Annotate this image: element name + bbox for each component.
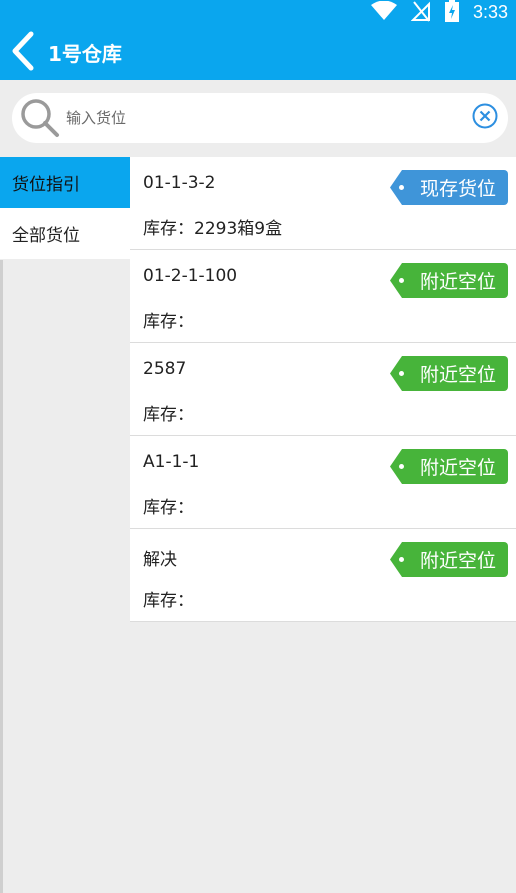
location-code: A1-1-1: [143, 452, 200, 472]
location-code: 01-2-1-100: [143, 266, 238, 286]
search-bar: [12, 93, 508, 143]
clear-circle-icon: [472, 103, 498, 133]
list-item[interactable]: 01-1-3-2 库存：2293箱9盒 现存货位: [130, 157, 516, 250]
status-badge-label: 附近空位: [419, 550, 496, 572]
list-item[interactable]: 解决 库存： 附近空位: [130, 529, 516, 622]
left-edge-divider: [0, 260, 3, 893]
stock-info: 库存：: [143, 493, 194, 518]
location-code: 01-1-3-2: [143, 173, 216, 193]
status-badge: 现存货位: [390, 170, 508, 205]
status-badge: 附近空位: [390, 263, 508, 298]
stock-info: 库存：: [143, 586, 194, 611]
search-input[interactable]: [66, 109, 470, 127]
wifi-icon: [370, 0, 397, 25]
status-bar: 3:33: [0, 0, 516, 25]
tag-dot-icon: [399, 464, 404, 469]
sidebar-item-label: 货位指引: [12, 175, 80, 195]
sidebar: 货位指引 全部货位: [0, 157, 130, 259]
list-item[interactable]: 2587 库存： 附近空位: [130, 343, 516, 436]
location-code: 2587: [143, 359, 187, 379]
app-bar: 1号仓库: [0, 25, 516, 80]
stock-info: 库存：2293箱9盒: [143, 214, 282, 239]
location-code: 解决: [143, 550, 177, 570]
stock-value: 2293箱9盒: [194, 219, 283, 239]
status-badge-label: 附近空位: [419, 364, 496, 386]
stock-label: 库存：: [143, 591, 194, 611]
sidebar-item-label: 全部货位: [12, 226, 80, 246]
status-badge: 附近空位: [390, 542, 508, 577]
status-badge-label: 附近空位: [419, 457, 496, 479]
sidebar-item-location-guide[interactable]: 货位指引: [0, 157, 130, 208]
back-button[interactable]: [0, 25, 46, 80]
status-badge-label: 附近空位: [419, 271, 496, 293]
stock-info: 库存：: [143, 400, 194, 425]
stock-label: 库存：: [143, 219, 194, 239]
location-list: 01-1-3-2 库存：2293箱9盒 现存货位 01-2-1-100 库存： …: [130, 157, 516, 622]
clear-search-button[interactable]: [470, 103, 500, 133]
search-icon: [18, 96, 62, 140]
stock-label: 库存：: [143, 312, 194, 332]
stock-label: 库存：: [143, 498, 194, 518]
tag-dot-icon: [399, 557, 404, 562]
tag-dot-icon: [399, 185, 404, 190]
status-badge: 附近空位: [390, 356, 508, 391]
no-signal-icon: [410, 0, 431, 26]
sidebar-item-all-locations[interactable]: 全部货位: [0, 208, 130, 259]
tag-dot-icon: [399, 278, 404, 283]
stock-info: 库存：: [143, 307, 194, 332]
status-badge-label: 现存货位: [419, 178, 496, 200]
list-item[interactable]: 01-2-1-100 库存： 附近空位: [130, 250, 516, 343]
list-item[interactable]: A1-1-1 库存： 附近空位: [130, 436, 516, 529]
tag-dot-icon: [399, 371, 404, 376]
page-title: 1号仓库: [48, 42, 122, 66]
battery-charging-icon: [444, 0, 459, 26]
status-badge: 附近空位: [390, 449, 508, 484]
stock-label: 库存：: [143, 405, 194, 425]
chevron-left-icon: [9, 31, 37, 75]
status-time: 3:33: [472, 2, 508, 22]
